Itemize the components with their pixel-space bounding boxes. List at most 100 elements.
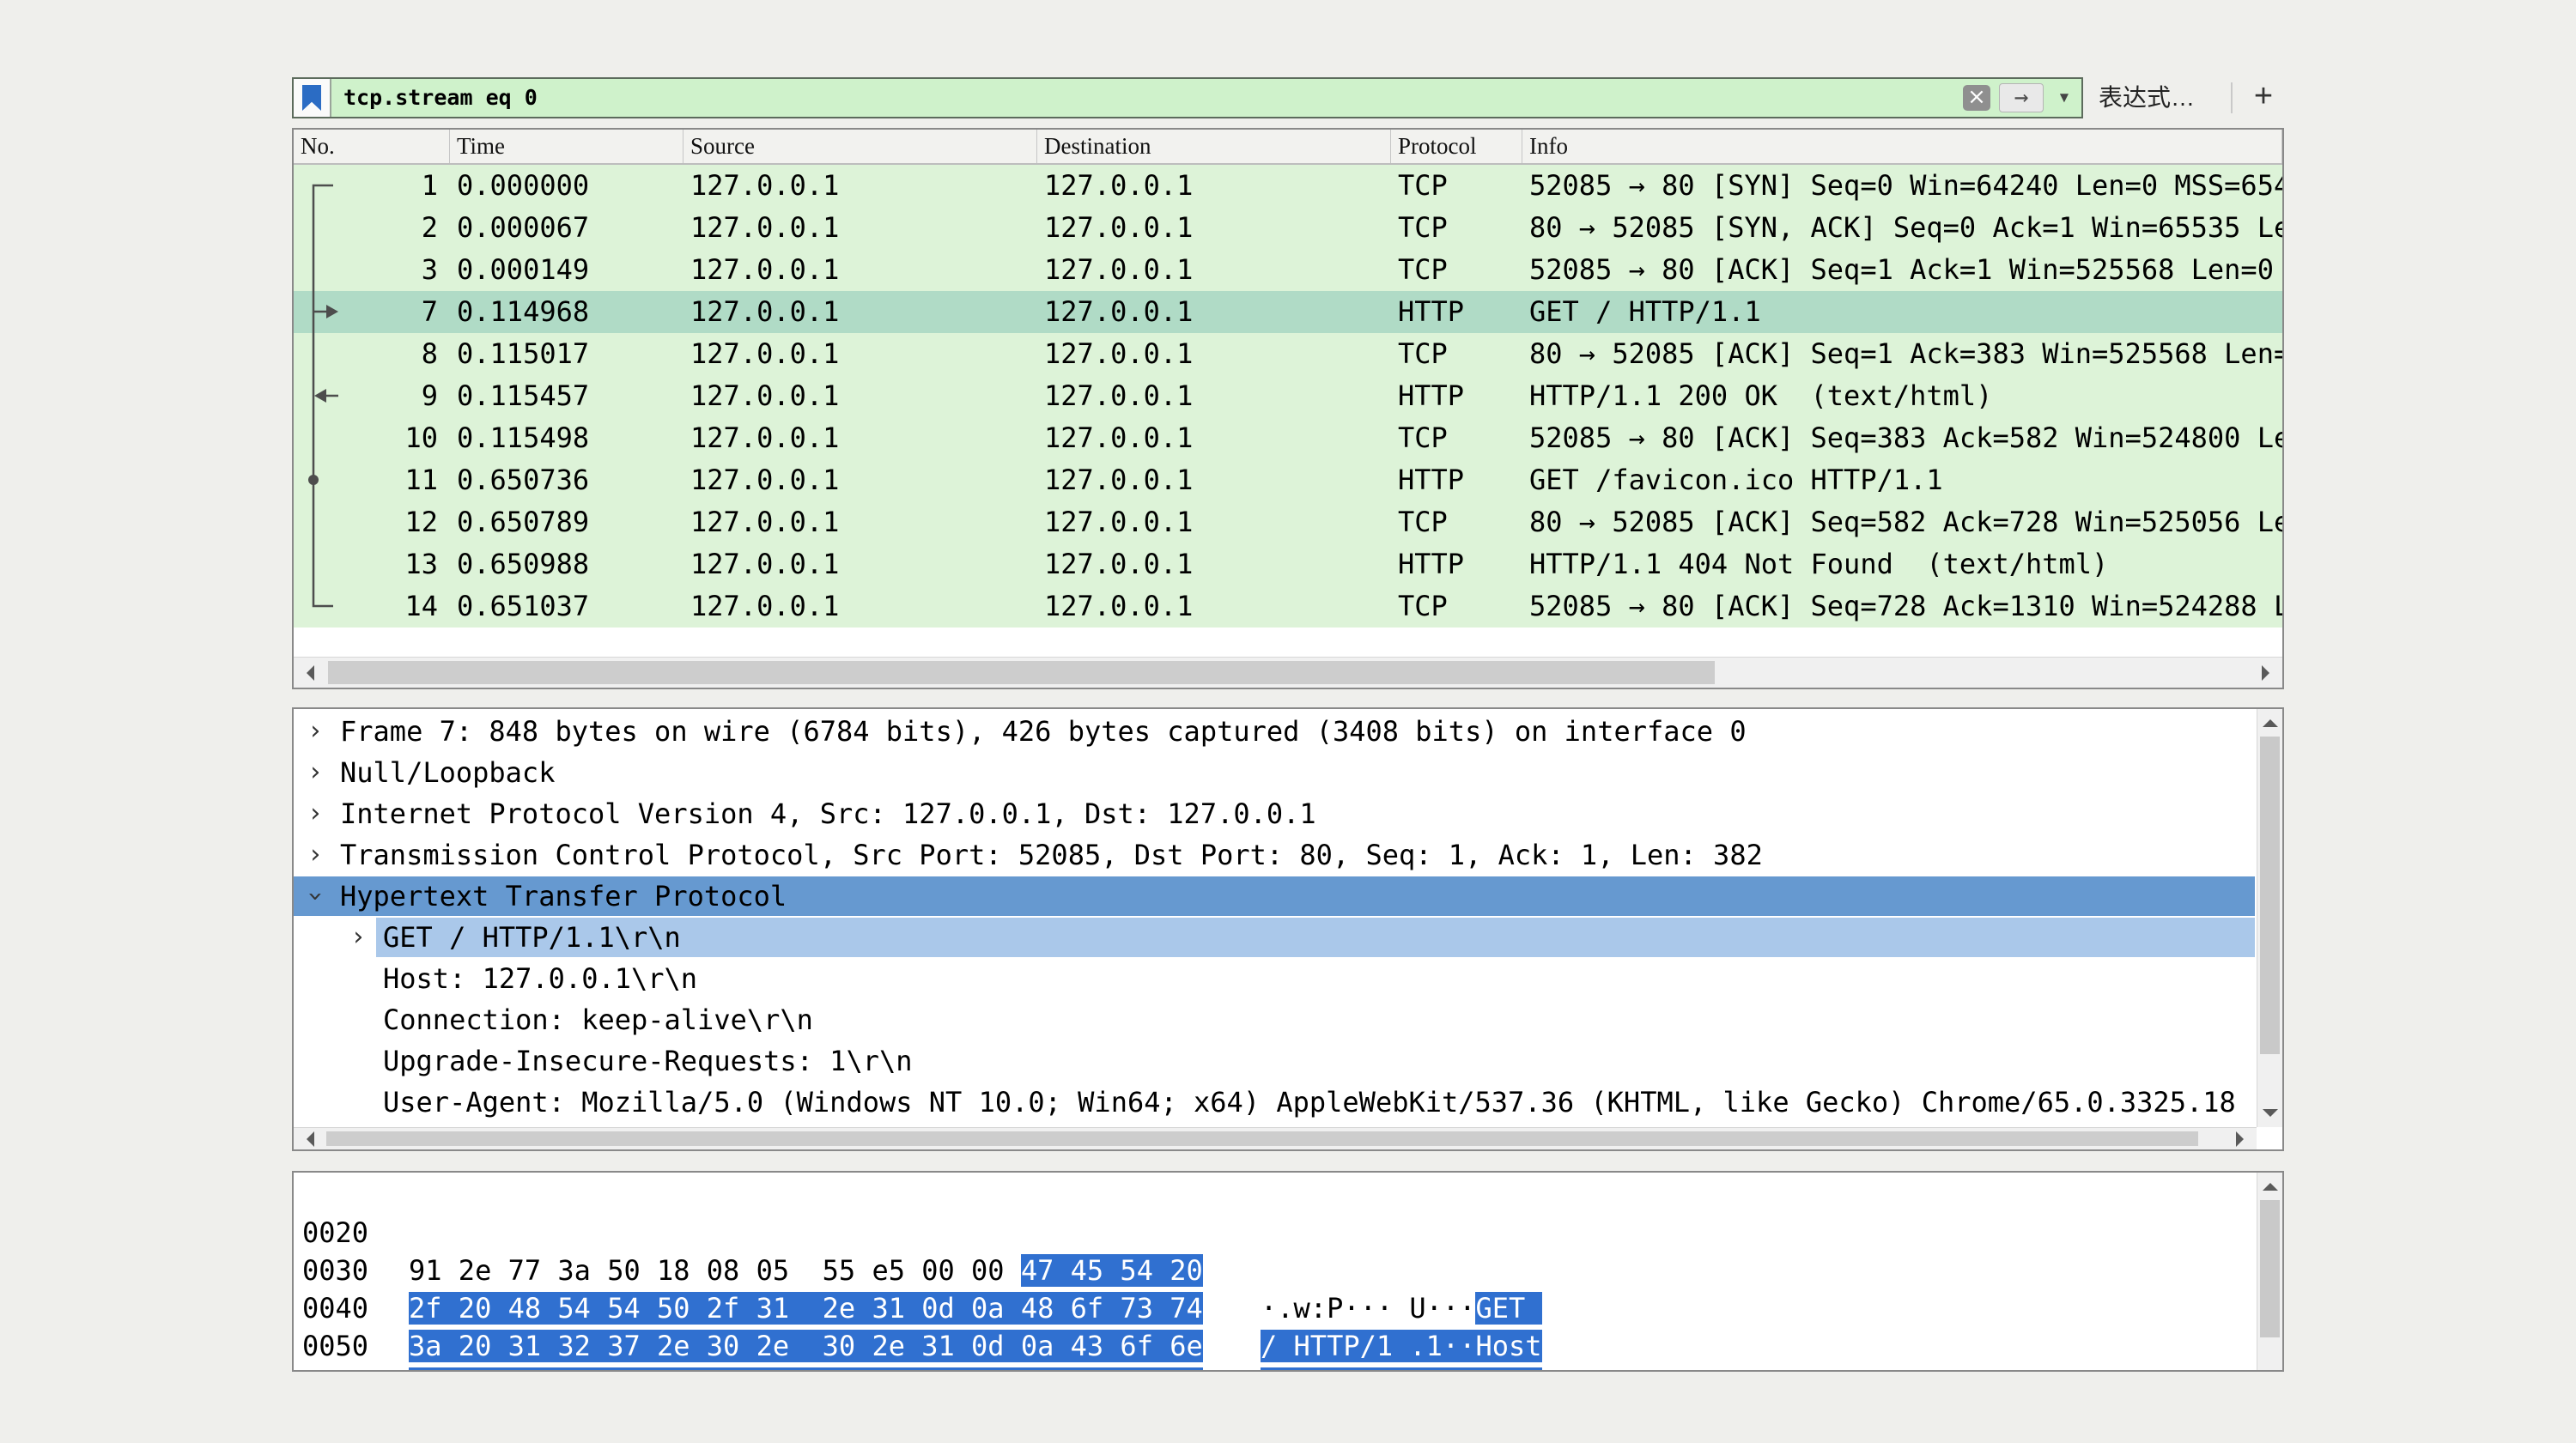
column-header-no[interactable]: No. [294, 130, 450, 163]
detail-row-frame[interactable]: › Frame 7: 848 bytes on wire (6784 bits)… [294, 711, 2282, 752]
cell-destination: 127.0.0.1 [1037, 375, 1391, 417]
cell-destination: 127.0.0.1 [1037, 291, 1391, 333]
cell-protocol: TCP [1391, 165, 1522, 207]
cell-no: 3 [294, 249, 450, 291]
packet-list-header: No. Time Source Destination Protocol Inf… [294, 130, 2282, 165]
filter-clear-button[interactable]: × [1963, 85, 1990, 111]
cell-protocol: TCP [1391, 333, 1522, 375]
ascii-bytes: : 127.0. 0.1··Con [1261, 1365, 1542, 1372]
cell-time: 0.650789 [450, 501, 683, 543]
collapse-icon[interactable]: › [295, 882, 336, 911]
scroll-down-button[interactable] [2257, 1101, 2282, 1127]
detail-hscrollbar[interactable] [294, 1127, 2257, 1149]
detail-text: Transmission Control Protocol, Src Port:… [340, 834, 1763, 876]
filter-bookmark-button[interactable] [294, 79, 331, 117]
cell-info: 80 → 52085 [ACK] Seq=1 Ack=383 Win=52556… [1522, 333, 2282, 375]
cell-protocol: TCP [1391, 417, 1522, 459]
detail-text: Null/Loopback [340, 752, 555, 793]
cell-destination: 127.0.0.1 [1037, 249, 1391, 291]
packet-row-13[interactable]: 13 0.650988 127.0.0.1 127.0.0.1 HTTP HTT… [294, 543, 2282, 585]
cell-no: 2 [294, 207, 450, 249]
cell-time: 0.115457 [450, 375, 683, 417]
detail-row-get-request[interactable]: › GET / HTTP/1.1\r\n [294, 917, 2282, 958]
scroll-up-button[interactable] [2257, 709, 2282, 735]
column-header-destination[interactable]: Destination [1037, 130, 1391, 163]
expand-icon[interactable]: › [301, 793, 330, 834]
hex-row-0060[interactable]: 0060 69 76 65 0d 0a 55 70 67 72 61 64 65… [294, 1327, 2255, 1365]
cell-destination: 127.0.0.1 [1037, 585, 1391, 628]
packet-row-7-selected[interactable]: 7 0.114968 127.0.0.1 127.0.0.1 HTTP GET … [294, 291, 2282, 333]
expand-icon[interactable]: › [343, 917, 373, 958]
cell-source: 127.0.0.1 [683, 585, 1037, 628]
cell-source: 127.0.0.1 [683, 249, 1037, 291]
cell-no: 11 [294, 459, 450, 501]
cell-info: 52085 → 80 [ACK] Seq=1 Ack=1 Win=525568 … [1522, 249, 2282, 291]
cell-source: 127.0.0.1 [683, 543, 1037, 585]
vscroll-thumb[interactable] [2260, 737, 2280, 1054]
expand-icon[interactable]: › [301, 752, 330, 793]
cell-destination: 127.0.0.1 [1037, 459, 1391, 501]
cell-source: 127.0.0.1 [683, 417, 1037, 459]
detail-text: Hypertext Transfer Protocol [340, 876, 787, 917]
filter-apply-button[interactable]: → [1999, 83, 2044, 112]
scroll-right-button[interactable] [2226, 1128, 2257, 1149]
cell-no: 13 [294, 543, 450, 585]
scroll-up-button[interactable] [2257, 1173, 2282, 1198]
expression-button[interactable]: 表达式… [2099, 77, 2195, 118]
detail-row-connection[interactable]: Connection: keep-alive\r\n [294, 999, 2282, 1040]
cell-time: 0.650736 [450, 459, 683, 501]
packet-detail-pane: › Frame 7: 848 bytes on wire (6784 bits)… [292, 707, 2284, 1151]
column-header-time[interactable]: Time [450, 130, 683, 163]
scroll-left-button[interactable] [294, 658, 325, 688]
detail-row-host[interactable]: Host: 127.0.0.1\r\n [294, 958, 2282, 999]
column-header-info[interactable]: Info [1522, 130, 2282, 163]
packet-row-11[interactable]: 11 0.650736 127.0.0.1 127.0.0.1 HTTP GET… [294, 459, 2282, 501]
vscroll-thumb[interactable] [2260, 1200, 2280, 1337]
packet-row-8[interactable]: 8 0.115017 127.0.0.1 127.0.0.1 TCP 80 → … [294, 333, 2282, 375]
hex-row-0030[interactable]: 0030 2f 20 48 54 54 50 2f 31 2e 31 0d 0a… [294, 1214, 2255, 1252]
hex-row-0020[interactable]: 0020 91 2e 77 3a 50 18 08 05 55 e5 00 00… [294, 1176, 2255, 1214]
detail-text: User-Agent: Mozilla/5.0 (Windows NT 10.0… [383, 1082, 2236, 1123]
detail-row-http-selected[interactable]: › Hypertext Transfer Protocol [294, 876, 2282, 917]
packet-row-2[interactable]: 2 0.000067 127.0.0.1 127.0.0.1 TCP 80 → … [294, 207, 2282, 249]
add-filter-button[interactable]: + [2246, 77, 2281, 118]
detail-row-ipv4[interactable]: › Internet Protocol Version 4, Src: 127.… [294, 793, 2282, 834]
detail-row-user-agent[interactable]: User-Agent: Mozilla/5.0 (Windows NT 10.0… [294, 1082, 2282, 1123]
hex-row-0040[interactable]: 0040 3a 20 31 32 37 2e 30 2e 30 2e 31 0d… [294, 1252, 2255, 1289]
packet-row-14[interactable]: 14 0.651037 127.0.0.1 127.0.0.1 TCP 5208… [294, 585, 2282, 628]
packet-row-10[interactable]: 10 0.115498 127.0.0.1 127.0.0.1 TCP 5208… [294, 417, 2282, 459]
packet-row-9[interactable]: 9 0.115457 127.0.0.1 127.0.0.1 HTTP HTTP… [294, 375, 2282, 417]
packet-row-3[interactable]: 3 0.000149 127.0.0.1 127.0.0.1 TCP 52085… [294, 249, 2282, 291]
packet-row-12[interactable]: 12 0.650789 127.0.0.1 127.0.0.1 TCP 80 →… [294, 501, 2282, 543]
scroll-right-button[interactable] [2251, 658, 2282, 688]
column-header-protocol[interactable]: Protocol [1391, 130, 1522, 163]
cell-destination: 127.0.0.1 [1037, 501, 1391, 543]
cell-protocol: HTTP [1391, 543, 1522, 585]
hscroll-thumb[interactable] [328, 661, 1715, 684]
cell-info: 80 → 52085 [ACK] Seq=582 Ack=728 Win=525… [1522, 501, 2282, 543]
scroll-left-button[interactable] [294, 1128, 325, 1149]
detail-row-tcp[interactable]: › Transmission Control Protocol, Src Por… [294, 834, 2282, 876]
expand-icon[interactable]: › [301, 834, 330, 876]
hex-vscrollbar[interactable] [2257, 1173, 2282, 1370]
hex-row-0050[interactable]: 0050 6e 65 63 74 69 6f 6e 3a 20 6b 65 65… [294, 1289, 2255, 1327]
cell-destination: 127.0.0.1 [1037, 207, 1391, 249]
packet-row-1[interactable]: 1 0.000000 127.0.0.1 127.0.0.1 TCP 52085… [294, 165, 2282, 207]
detail-row-null-loopback[interactable]: › Null/Loopback [294, 752, 2282, 793]
hex-offset: 0060 [302, 1365, 368, 1372]
hscroll-thumb[interactable] [326, 1131, 2198, 1146]
display-filter-input[interactable]: tcp.stream eq 0 × → ▾ [292, 77, 2083, 118]
filter-bar-separator [2231, 82, 2233, 113]
expand-icon[interactable]: › [301, 711, 330, 752]
detail-text: Host: 127.0.0.1\r\n [383, 958, 697, 999]
detail-row-upgrade-insecure[interactable]: Upgrade-Insecure-Requests: 1\r\n [294, 1040, 2282, 1082]
cell-info: 52085 → 80 [ACK] Seq=383 Ack=582 Win=524… [1522, 417, 2282, 459]
detail-vscrollbar[interactable] [2257, 709, 2282, 1127]
packet-list-hscrollbar[interactable] [294, 657, 2282, 688]
filter-dropdown-icon[interactable]: ▾ [2049, 83, 2080, 112]
column-header-source[interactable]: Source [683, 130, 1037, 163]
wireshark-window: tcp.stream eq 0 × → ▾ 表达式… + No. Time So… [0, 0, 2576, 1443]
cell-time: 0.115017 [450, 333, 683, 375]
cell-source: 127.0.0.1 [683, 375, 1037, 417]
detail-text: Connection: keep-alive\r\n [383, 999, 813, 1040]
